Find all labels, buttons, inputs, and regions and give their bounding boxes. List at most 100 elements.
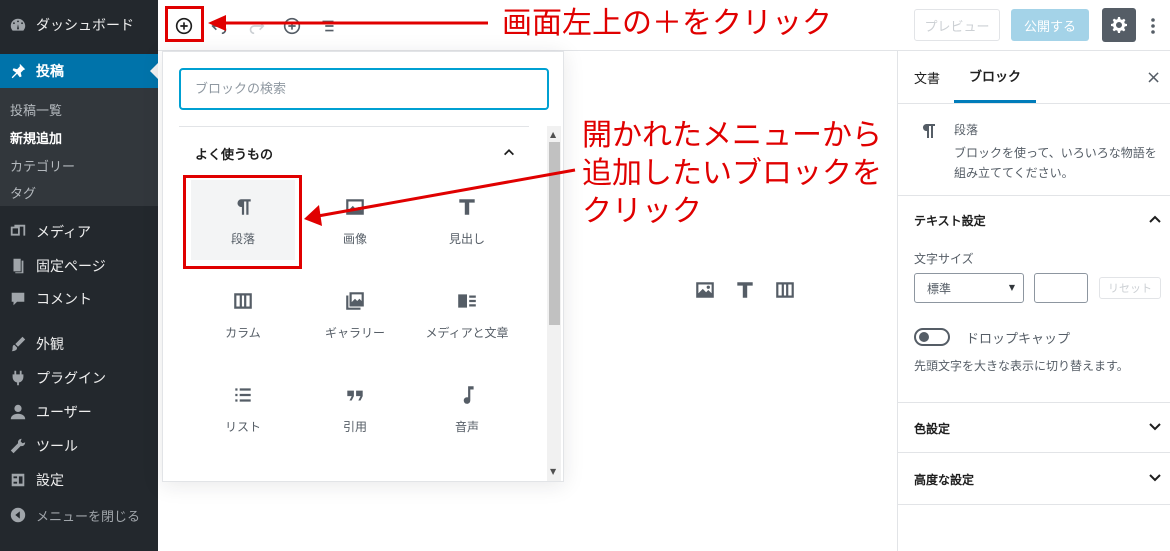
menu-item-comments[interactable]: コメント (0, 282, 158, 316)
menu-item-appearance[interactable]: 外観 (0, 327, 158, 361)
divider (898, 402, 1170, 403)
chevron-up-icon[interactable] (1147, 211, 1163, 227)
menu-item-pages[interactable]: 固定ページ (0, 249, 158, 283)
annotation-callout-line-2: 追加したいブロックを (582, 156, 882, 191)
columns-icon (232, 288, 254, 314)
tab-block[interactable]: ブロック (954, 51, 1036, 103)
canvas-insert-image-button[interactable] (693, 278, 717, 302)
font-size-select[interactable]: 標準 ▼ (914, 273, 1024, 303)
reset-font-size-button[interactable]: リセット (1099, 277, 1161, 299)
chevron-up-icon (504, 149, 514, 156)
heading-icon (737, 282, 753, 298)
block-heading[interactable]: 見出し (415, 180, 519, 260)
chevron-down-icon[interactable] (1147, 470, 1163, 486)
comment-icon (8, 289, 28, 309)
user-icon (8, 402, 28, 422)
panel-collapse-button[interactable] (497, 140, 521, 164)
list-icon (232, 382, 254, 408)
columns-icon (776, 282, 794, 298)
chevron-down-icon[interactable] (1147, 419, 1163, 435)
publish-button[interactable]: 公開する (1011, 9, 1089, 41)
menu-item-plugins[interactable]: プラグイン (0, 361, 158, 395)
canvas-insert-heading-button[interactable] (733, 278, 757, 302)
canvas-insert-columns-button[interactable] (773, 278, 797, 302)
menu-item-dashboard[interactable]: ダッシュボード (0, 8, 158, 42)
collapse-icon (8, 505, 28, 525)
submenu-add-new[interactable]: 新規追加 (10, 128, 62, 147)
paragraph-icon (918, 121, 938, 141)
block-quote[interactable]: 引用 (303, 368, 407, 448)
font-size-label: 文字サイズ (914, 252, 974, 266)
gear-icon (1111, 17, 1127, 33)
block-card-title: 段落 (954, 123, 979, 137)
collapse-menu-button[interactable]: メニューを閉じる (0, 498, 158, 532)
settings-toggle-button[interactable] (1102, 8, 1136, 42)
redo-button[interactable] (240, 10, 272, 42)
block-navigation-button[interactable] (312, 10, 344, 42)
menu-item-settings[interactable]: 設定 (0, 463, 158, 497)
page-icon (8, 256, 28, 276)
text-settings-title[interactable]: テキスト設定 (914, 212, 986, 229)
drop-cap-label: ドロップキャップ (966, 332, 1071, 347)
menu-label: 設定 (36, 473, 64, 489)
block-list[interactable]: リスト (191, 368, 295, 448)
block-label: ギャラリー (324, 326, 385, 340)
custom-font-size-input[interactable] (1034, 273, 1088, 303)
quote-icon (344, 382, 366, 408)
menu-item-tools[interactable]: ツール (0, 429, 158, 463)
block-audio[interactable]: 音声 (415, 368, 519, 448)
list-view-icon (322, 20, 334, 32)
image-icon (344, 194, 366, 220)
highlight-add-button (165, 6, 204, 42)
block-label: リスト (224, 420, 261, 434)
tab-document[interactable]: 文書 (914, 51, 940, 103)
submenu-tags[interactable]: タグ (10, 183, 36, 202)
content-info-button[interactable] (276, 10, 308, 42)
brush-icon (8, 334, 28, 354)
menu-label: ダッシュボード (36, 18, 134, 34)
divider (898, 103, 1170, 104)
undo-button[interactable] (204, 10, 236, 42)
frequently-used-title: よく使うもの (195, 148, 274, 163)
menu-label: 外観 (36, 337, 64, 353)
block-label: 画像 (342, 232, 367, 246)
scroll-down-arrow[interactable]: ▼ (550, 467, 556, 476)
settings-icon (8, 470, 28, 490)
audio-icon (456, 382, 478, 408)
block-card-description: ブロックを使って、いろいろな物語を組み立ててください。 (954, 146, 1157, 180)
menu-label: ユーザー (36, 405, 92, 421)
menu-item-users[interactable]: ユーザー (0, 395, 158, 429)
annotation-callout-line-3: クリック (582, 194, 702, 229)
media-text-icon (456, 288, 478, 314)
highlight-paragraph-block (183, 175, 302, 269)
menu-label: 固定ページ (36, 259, 106, 275)
block-label: 音声 (454, 420, 479, 434)
image-icon (696, 282, 714, 298)
more-menu-button[interactable] (1143, 10, 1163, 42)
submenu-all-posts[interactable]: 投稿一覧 (10, 100, 62, 119)
block-search-input[interactable] (179, 68, 549, 110)
scroll-up-arrow[interactable]: ▲ (550, 130, 556, 139)
caret-down-icon: ▼ (1008, 283, 1015, 292)
undo-icon (211, 21, 227, 35)
heading-icon (456, 194, 478, 220)
block-label: 引用 (342, 420, 367, 434)
submenu-categories[interactable]: カテゴリー (10, 156, 75, 175)
block-columns[interactable]: カラム (191, 274, 295, 354)
block-gallery[interactable]: ギャラリー (303, 274, 407, 354)
advanced-settings-title[interactable]: 高度な設定 (914, 471, 974, 488)
block-label: 見出し (448, 232, 485, 246)
menu-item-media[interactable]: メディア (0, 215, 158, 249)
menu-item-posts[interactable]: 投稿 (0, 54, 158, 88)
drop-cap-toggle[interactable] (914, 328, 950, 346)
preview-button[interactable]: プレビュー (914, 9, 1000, 41)
block-label: カラム (225, 326, 261, 340)
admin-sidebar: ダッシュボード 投稿 投稿一覧 新規追加 カテゴリー タグ メディア 固定ページ… (0, 0, 158, 551)
scrollbar-thumb[interactable] (549, 142, 560, 325)
close-icon[interactable]: × (1146, 67, 1161, 88)
color-settings-title[interactable]: 色設定 (914, 420, 950, 437)
info-circle-icon (283, 17, 301, 35)
block-media-text[interactable]: メディアと文章 (415, 274, 519, 354)
block-image[interactable]: 画像 (303, 180, 407, 260)
divider (898, 195, 1170, 196)
